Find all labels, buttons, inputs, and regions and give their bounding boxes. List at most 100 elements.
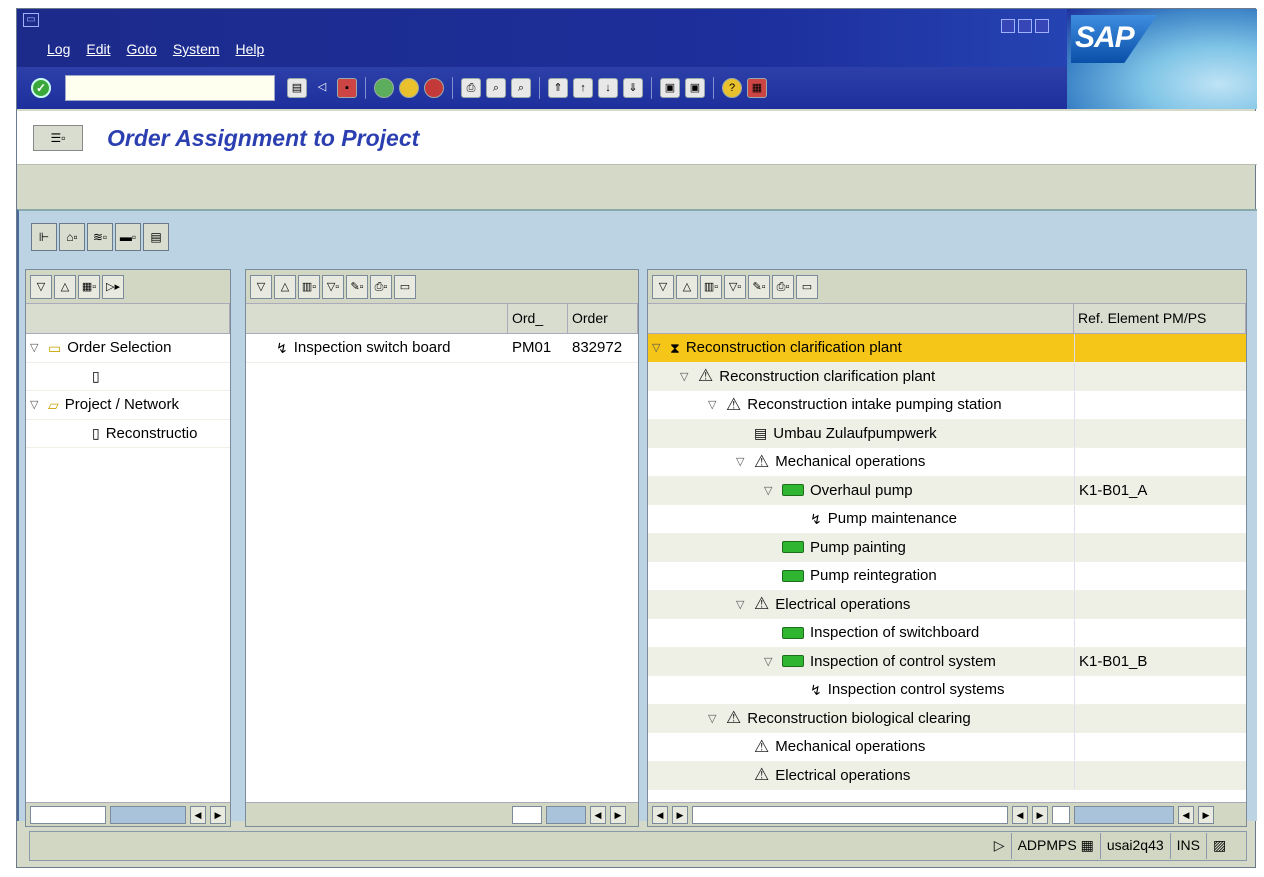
assign-icon[interactable]: ⌂▫	[59, 223, 85, 251]
filter-icon[interactable]: ▽▫	[322, 275, 344, 299]
help-icon[interactable]: ?	[722, 78, 742, 98]
tree-node[interactable]: ↯ Pump maintenance	[648, 505, 1246, 534]
scroll-left-icon[interactable]: ◀	[1012, 805, 1028, 824]
order-row[interactable]: ↯ Inspection switch board PM01 832972	[246, 334, 638, 363]
back-button[interactable]	[374, 78, 394, 98]
command-field[interactable]	[65, 75, 275, 101]
tree-node[interactable]: ▽ ⚠ Electrical operations	[648, 590, 1246, 619]
tree-node[interactable]: Inspection of switchboard	[648, 619, 1246, 648]
scroll-right-icon[interactable]: ▶	[210, 805, 226, 824]
tree-node[interactable]: ▯ Reconstructio	[26, 420, 230, 448]
scroll-right-icon[interactable]: ▶	[672, 805, 688, 824]
shortcut-icon[interactable]: ▣	[685, 78, 705, 98]
tree-node[interactable]: ⚠ Electrical operations	[648, 761, 1246, 790]
tree-node[interactable]: ▽ ⚠ Reconstruction clarification plant	[648, 362, 1246, 391]
menu-edit[interactable]: Edit	[86, 41, 110, 57]
network-icon[interactable]: ≋▫	[87, 223, 113, 251]
status-expand-icon[interactable]: ▷	[988, 833, 1011, 859]
back-arrow-icon[interactable]: ◁	[312, 78, 332, 98]
expand-toggle-icon[interactable]: ▽	[764, 655, 782, 668]
expand-toggle-icon[interactable]: ▽	[680, 370, 698, 383]
find-next-icon[interactable]: ⌕	[511, 78, 531, 98]
maximize-button[interactable]	[1018, 19, 1032, 33]
tree-node[interactable]: ⚠ Mechanical operations	[648, 733, 1246, 762]
menu-system[interactable]: System	[173, 41, 220, 57]
tree-node[interactable]: Pump painting	[648, 533, 1246, 562]
scroll-left-icon[interactable]: ◀	[590, 805, 606, 824]
right-scrollbar[interactable]: ◀ ▶ ◀ ▶ ◀ ▶	[648, 802, 1246, 826]
collapse-all-icon[interactable]: △	[676, 275, 698, 299]
hierarchy-icon[interactable]: ⊩	[31, 223, 57, 251]
scroll-track[interactable]	[692, 805, 1008, 824]
tree-node[interactable]: ▽ Overhaul pump K1-B01_A	[648, 476, 1246, 505]
print-list-icon[interactable]: ⎙▫	[370, 275, 392, 299]
expand-toggle-icon[interactable]: ▽	[30, 398, 48, 411]
system-menu-icon[interactable]: ▭	[23, 13, 39, 27]
columns-icon[interactable]: ▥▫	[700, 275, 722, 299]
next-page-icon[interactable]: ↓	[598, 78, 618, 98]
expand-all-icon[interactable]: ▽	[652, 275, 674, 299]
menu-help[interactable]: Help	[236, 41, 265, 57]
expand-all-icon[interactable]: ▽	[30, 275, 52, 299]
tree-node[interactable]: ▤ Umbau Zulaufpumpwerk	[648, 419, 1246, 448]
menu-log[interactable]: Log	[47, 41, 70, 57]
transaction-icon[interactable]: ☰▫	[33, 125, 83, 151]
expand-toggle-icon[interactable]: ▽	[736, 598, 754, 611]
scroll-left-icon[interactable]: ◀	[1178, 805, 1194, 824]
folder-icon[interactable]: ▭	[394, 275, 416, 299]
tree-node[interactable]: ▽ ⚠ Reconstruction biological clearing	[648, 704, 1246, 733]
first-page-icon[interactable]: ⇑	[548, 78, 568, 98]
command-history-icon[interactable]: ▤	[287, 78, 307, 98]
scroll-right-icon[interactable]: ▶	[610, 805, 626, 824]
system-info-icon[interactable]: ▦	[1081, 837, 1094, 853]
column-ref-element[interactable]: Ref. Element PM/PS	[1074, 304, 1246, 333]
table-icon[interactable]: ▤	[143, 223, 169, 251]
collapse-all-icon[interactable]: △	[54, 275, 76, 299]
export-icon[interactable]: ▷▸	[102, 275, 124, 299]
folder-icon[interactable]: ▭	[796, 275, 818, 299]
expand-all-icon[interactable]: ▽	[250, 275, 272, 299]
edit-pencil-icon[interactable]: ✎▫	[346, 275, 368, 299]
close-button[interactable]	[1035, 19, 1049, 33]
tree-node[interactable]: ↯ Inspection control systems	[648, 676, 1246, 705]
tree-node[interactable]: ▽ ▱ Project / Network	[26, 391, 230, 420]
scroll-track[interactable]	[512, 805, 542, 824]
expand-toggle-icon[interactable]: ▽	[736, 455, 754, 468]
filter-icon[interactable]: ▽▫	[724, 275, 746, 299]
scroll-left-icon[interactable]: ◀	[652, 805, 668, 824]
edit-pencil-icon[interactable]: ✎▫	[748, 275, 770, 299]
tree-node[interactable]: ▽ ▭ Order Selection	[26, 334, 230, 363]
columns-icon[interactable]: ▥▫	[298, 275, 320, 299]
last-page-icon[interactable]: ⇓	[623, 78, 643, 98]
previous-page-icon[interactable]: ↑	[573, 78, 593, 98]
cancel-button[interactable]	[424, 78, 444, 98]
scroll-thumb[interactable]	[1074, 805, 1174, 824]
scroll-track[interactable]	[1052, 805, 1070, 824]
column-order[interactable]: Order	[568, 304, 638, 333]
enter-button[interactable]: ✓	[31, 78, 51, 98]
scroll-thumb[interactable]	[110, 805, 186, 824]
tree-node[interactable]: ▽ ⚠ Reconstruction intake pumping station	[648, 391, 1246, 420]
scroll-left-icon[interactable]: ◀	[190, 805, 206, 824]
minimize-button[interactable]	[1001, 19, 1015, 33]
grid-icon[interactable]: ▦▫	[78, 275, 100, 299]
collapse-all-icon[interactable]: △	[274, 275, 296, 299]
scroll-thumb[interactable]	[546, 805, 586, 824]
expand-toggle-icon[interactable]: ▽	[764, 484, 782, 497]
new-session-icon[interactable]: ▣	[660, 78, 680, 98]
expand-toggle-icon[interactable]: ▽	[652, 341, 670, 354]
find-icon[interactable]: ⌕	[486, 78, 506, 98]
tree-node[interactable]: ▽ ⧗ Reconstruction clarification plant	[648, 334, 1246, 363]
exit-button[interactable]	[399, 78, 419, 98]
print-list-icon[interactable]: ⎙▫	[772, 275, 794, 299]
expand-toggle-icon[interactable]: ▽	[708, 712, 726, 725]
expand-toggle-icon[interactable]: ▽	[708, 398, 726, 411]
tree-node[interactable]: ▽ Inspection of control system K1-B01_B	[648, 647, 1246, 676]
expand-toggle-icon[interactable]: ▽	[30, 341, 48, 354]
scroll-track[interactable]	[30, 805, 106, 824]
scroll-right-icon[interactable]: ▶	[1198, 805, 1214, 824]
save-icon[interactable]: ▪	[337, 78, 357, 98]
tree-node[interactable]: ▽ ⚠ Mechanical operations	[648, 448, 1246, 477]
column-ord[interactable]: Ord_	[508, 304, 568, 333]
tree-node[interactable]: Pump reintegration	[648, 562, 1246, 591]
